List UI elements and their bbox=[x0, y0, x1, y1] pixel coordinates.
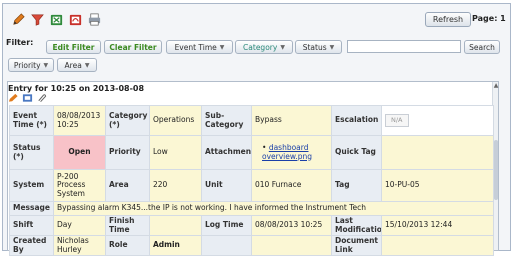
attachment-link[interactable]: dashboard overview.png bbox=[262, 143, 312, 161]
event-time-label: Event Time (*) bbox=[9, 105, 54, 136]
filter-label: Filter: bbox=[6, 38, 34, 47]
edit-entry-icon[interactable] bbox=[8, 93, 19, 103]
shift-value: Day bbox=[53, 215, 106, 236]
tag-value: 10-PU-05 bbox=[381, 169, 494, 202]
area-label: Area bbox=[105, 169, 150, 202]
table-row: Message Bypassing alarm K345...the IP is… bbox=[9, 201, 494, 216]
chevron-down-icon: ▼ bbox=[280, 43, 285, 51]
pencil-icon[interactable] bbox=[10, 11, 26, 27]
event-time-dropdown[interactable]: Event Time ▼ bbox=[166, 40, 233, 54]
last-modification-label: Last Modification bbox=[331, 215, 382, 236]
log-time-label: Log Time bbox=[201, 215, 252, 236]
scroll-up-icon[interactable]: ▲ bbox=[493, 82, 499, 90]
category-label: Category (*) bbox=[105, 105, 150, 136]
status-value: Open bbox=[53, 135, 106, 170]
chevron-down-icon: ▼ bbox=[43, 61, 49, 69]
area-value: 220 bbox=[149, 169, 202, 202]
finish-time-label: Finish Time bbox=[105, 215, 150, 236]
priority-value: Low bbox=[149, 135, 202, 170]
escalation-value[interactable]: N/A bbox=[385, 114, 409, 127]
category-dropdown[interactable]: Category ▼ bbox=[235, 40, 293, 54]
log-time-value: 08/08/2013 10:25 bbox=[251, 215, 332, 236]
subcategory-value: Bypass bbox=[251, 105, 332, 136]
system-label: System bbox=[9, 169, 54, 202]
area-dropdown-label: Area bbox=[64, 60, 82, 70]
search-input[interactable] bbox=[347, 40, 461, 53]
escalation-label: Escalation bbox=[331, 105, 382, 136]
finish-time-value bbox=[149, 215, 202, 236]
toolbar bbox=[10, 9, 102, 29]
quick-tag-value bbox=[381, 135, 494, 170]
table-row: Shift Day Finish Time Log Time 08/08/201… bbox=[9, 215, 494, 236]
system-value: P-200 Process System bbox=[53, 169, 106, 202]
edit-filter-button[interactable]: Edit Filter bbox=[46, 40, 101, 54]
unit-value: 010 Furnace bbox=[251, 169, 332, 202]
chevron-down-icon: ▼ bbox=[219, 43, 225, 51]
print-icon[interactable] bbox=[86, 11, 102, 27]
search-button[interactable]: Search bbox=[464, 40, 500, 54]
view-entry-icon[interactable] bbox=[22, 93, 33, 103]
priority-label: Priority bbox=[105, 135, 150, 170]
status-dropdown-label: Status bbox=[302, 42, 327, 52]
last-modification-value: 15/10/2013 12:44 bbox=[381, 215, 494, 236]
shift-label: Shift bbox=[9, 215, 54, 236]
event-time-dropdown-label: Event Time bbox=[174, 42, 217, 52]
export-pdf-icon[interactable] bbox=[67, 11, 83, 27]
refresh-button[interactable]: Refresh bbox=[425, 12, 471, 27]
category-value: Operations bbox=[149, 105, 202, 136]
table-row: Event Time (*) 08/08/2013 10:25 Category… bbox=[9, 105, 494, 136]
attach-icon[interactable] bbox=[36, 93, 47, 103]
tag-label: Tag bbox=[331, 169, 382, 202]
message-label: Message bbox=[9, 201, 54, 216]
priority-dropdown-label: Priority bbox=[13, 60, 41, 70]
entry-details-table: Event Time (*) 08/08/2013 10:25 Category… bbox=[9, 105, 494, 256]
quick-tag-label: Quick Tag bbox=[331, 135, 382, 170]
category-dropdown-label: Category bbox=[243, 42, 278, 52]
attachment-label: Attachment bbox=[201, 135, 252, 170]
escalation-cell: N/A bbox=[381, 105, 494, 136]
priority-dropdown[interactable]: Priority ▼ bbox=[8, 58, 54, 72]
entry-title: Entry for 10:25 on 2013-08-08 bbox=[8, 84, 145, 93]
scroll-thumb[interactable] bbox=[494, 140, 498, 200]
entry-actions bbox=[8, 93, 47, 103]
status-dropdown[interactable]: Status ▼ bbox=[295, 40, 342, 54]
page-indicator: Page: 1 bbox=[472, 14, 506, 23]
unit-label: Unit bbox=[201, 169, 252, 202]
message-value: Bypassing alarm K345...the IP is not wor… bbox=[53, 201, 494, 216]
status-label: Status (*) bbox=[9, 135, 54, 170]
funnel-icon[interactable] bbox=[29, 11, 45, 27]
clear-filter-button[interactable]: Clear Filter bbox=[104, 40, 162, 54]
event-time-value: 08/08/2013 10:25 bbox=[53, 105, 106, 136]
chevron-down-icon: ▼ bbox=[84, 61, 90, 69]
area-dropdown[interactable]: Area ▼ bbox=[57, 58, 97, 72]
subcategory-label: Sub-Category bbox=[201, 105, 252, 136]
table-row: System P-200 Process System Area 220 Uni… bbox=[9, 169, 494, 202]
export-excel-icon[interactable] bbox=[48, 11, 64, 27]
table-row: Status (*) Open Priority Low Attachment … bbox=[9, 135, 494, 170]
attachment-cell: • dashboard overview.png bbox=[251, 135, 332, 170]
chevron-down-icon: ▼ bbox=[329, 43, 335, 51]
